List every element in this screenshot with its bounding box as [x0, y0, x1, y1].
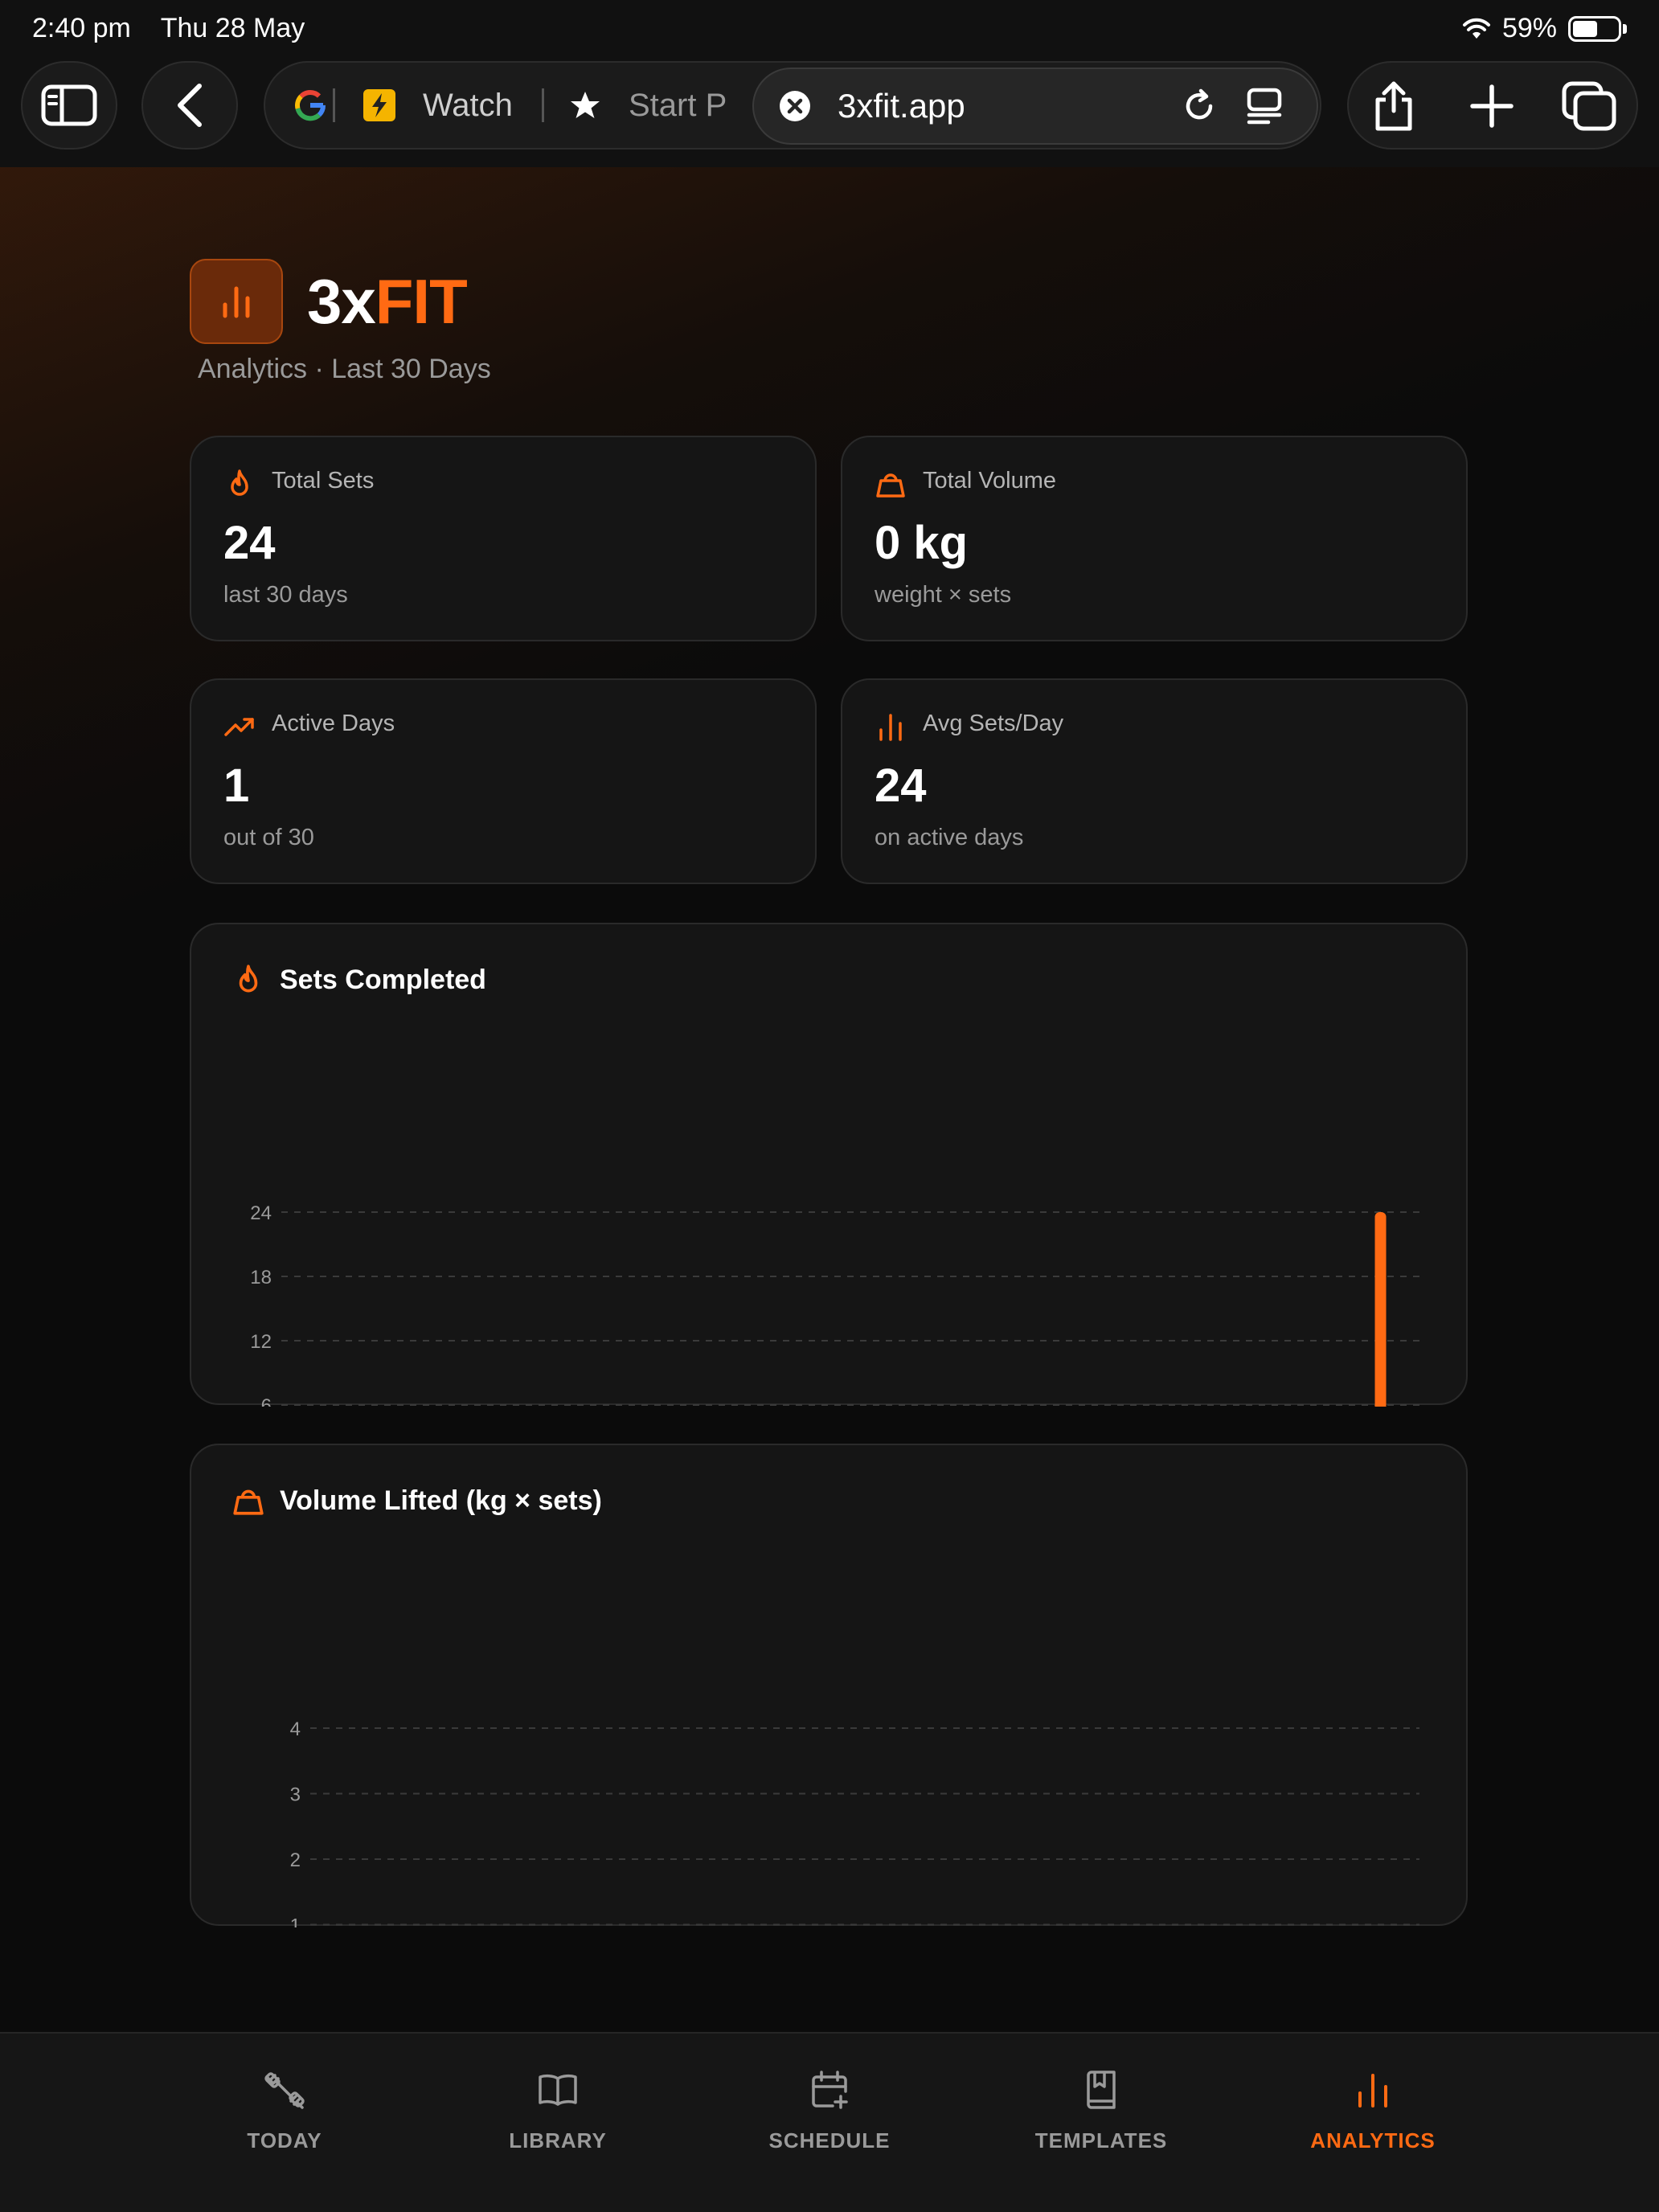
sidebar-toggle-button[interactable] [21, 61, 117, 150]
stat-value: 1 [223, 760, 250, 812]
tab-templates[interactable]: TEMPLATES [1005, 2069, 1198, 2153]
url-text[interactable]: 3xfit.app [838, 87, 965, 125]
tab-label: ANALYTICS [1310, 2128, 1436, 2153]
y-tick-label: 18 [250, 1267, 272, 1288]
volume-lifted-chart: 01234Apr 30May 5May 11May 17May 24 [290, 1718, 1419, 1928]
stat-note: weight × sets [875, 582, 1012, 608]
plus-icon[interactable] [1469, 84, 1514, 129]
stat-note: out of 30 [223, 825, 314, 850]
tab-today[interactable]: TODAY [188, 2069, 381, 2153]
tab-google[interactable] [294, 63, 326, 148]
chart-card-sets: Sets Completed 06121824Apr 30May 5May 11… [190, 923, 1468, 1407]
battery-percent: 59% [1501, 13, 1557, 43]
stat-note: on active days [875, 825, 1024, 850]
battery-tip [1623, 23, 1627, 34]
book-open-icon [539, 2074, 577, 2106]
stat-value: 24 [875, 760, 927, 812]
dumbbell-icon [264, 2072, 305, 2109]
tab-watch[interactable]: Watch [363, 63, 604, 148]
close-tab-icon[interactable] [778, 89, 812, 123]
stat-label: Total Volume [923, 468, 1057, 494]
bookmark-book-icon [1087, 2071, 1116, 2109]
y-tick-label: 4 [290, 1718, 301, 1740]
status-bar: 2:40 pm Thu 28 May 59% [0, 0, 1659, 58]
chevron-left-icon [178, 84, 202, 127]
stat-card-avg-sets: Avg Sets/Day 24 on active days [841, 678, 1468, 884]
tab-label: SCHEDULE [768, 2128, 891, 2153]
trend-up-icon [224, 718, 254, 736]
bolt-tab-icon [363, 89, 395, 121]
status-time: 2:40 pm [32, 13, 131, 43]
stat-label: Active Days [272, 711, 395, 736]
stat-note: last 30 days [223, 582, 348, 608]
browser-toolbar: Watch Start P 3xfit.app [0, 58, 1659, 167]
y-tick-label: 3 [290, 1784, 301, 1806]
page-subtitle: Analytics · Last 30 Days [198, 354, 491, 384]
tab-label: TODAY [247, 2128, 322, 2153]
toolbar-actions [1347, 61, 1638, 150]
bar-chart-icon [223, 286, 250, 318]
tab-label: TEMPLATES [1034, 2128, 1168, 2153]
tab-divider [542, 88, 544, 122]
y-tick-label: 12 [250, 1331, 272, 1353]
tabs-grid-icon[interactable] [1561, 80, 1617, 132]
bottom-tab-bar: TODAY LIBRARY SCHEDULE TEMPLATES ANALYTI… [0, 2032, 1659, 2212]
star-icon [571, 92, 600, 118]
tab-overview-icon[interactable] [1244, 86, 1284, 126]
tab-watch-label: Watch [423, 87, 513, 123]
data-bar [1374, 1212, 1387, 1407]
y-tick-label: 2 [290, 1849, 301, 1871]
sidebar-icon [41, 84, 97, 126]
google-icon [295, 90, 326, 121]
stat-value: 0 kg [875, 517, 969, 569]
status-date: Thu 28 May [160, 13, 305, 43]
wifi-icon [1462, 18, 1490, 39]
tab-library[interactable]: LIBRARY [461, 2069, 654, 2153]
tab-divider [333, 88, 335, 122]
app-logo [190, 259, 283, 344]
stat-card-total-sets: Total Sets 24 last 30 days [190, 436, 817, 641]
active-tab[interactable]: 3xfit.app [752, 68, 1318, 145]
app-title-prefix: 3x [307, 266, 376, 337]
status-right: 59% [1462, 13, 1627, 44]
y-tick-label: 24 [250, 1202, 272, 1224]
bar-chart-icon [1358, 2074, 1387, 2108]
flame-icon [231, 469, 248, 496]
tab-label: LIBRARY [509, 2128, 607, 2153]
app-title-accent: FIT [375, 266, 468, 337]
y-tick-label: 1 [290, 1915, 301, 1928]
stat-card-total-volume: Total Volume 0 kg weight × sets [841, 436, 1468, 641]
stat-label: Total Sets [272, 468, 375, 494]
calendar-plus-icon [812, 2071, 848, 2109]
sets-completed-chart: 06121824Apr 30May 5May 11May 17May 24 [250, 1202, 1419, 1407]
chart-card-volume: Volume Lifted (kg × sets) 01234Apr 30May… [190, 1444, 1468, 1928]
battery-icon [1568, 15, 1621, 42]
app-title: 3xFIT [307, 265, 468, 338]
bar-chart-icon [879, 714, 902, 741]
tab-start-label: Start P [629, 87, 727, 123]
tab-strip: Watch Start P 3xfit.app [264, 61, 1321, 150]
tab-start-page[interactable]: Start P [569, 63, 754, 148]
stat-card-active-days: Active Days 1 out of 30 [190, 678, 817, 884]
tab-schedule[interactable]: SCHEDULE [733, 2069, 926, 2153]
tab-analytics[interactable]: ANALYTICS [1276, 2069, 1469, 2153]
y-tick-label: 6 [261, 1395, 272, 1407]
share-icon[interactable] [1371, 80, 1416, 132]
page-content: 3xFIT Analytics · Last 30 Days Total Set… [0, 167, 1659, 2032]
stat-value: 24 [223, 517, 276, 569]
reload-icon[interactable] [1180, 87, 1219, 125]
back-button[interactable] [141, 61, 238, 150]
status-left: 2:40 pm Thu 28 May [32, 13, 327, 44]
kettlebell-icon [876, 473, 905, 498]
stat-label: Avg Sets/Day [923, 711, 1064, 736]
